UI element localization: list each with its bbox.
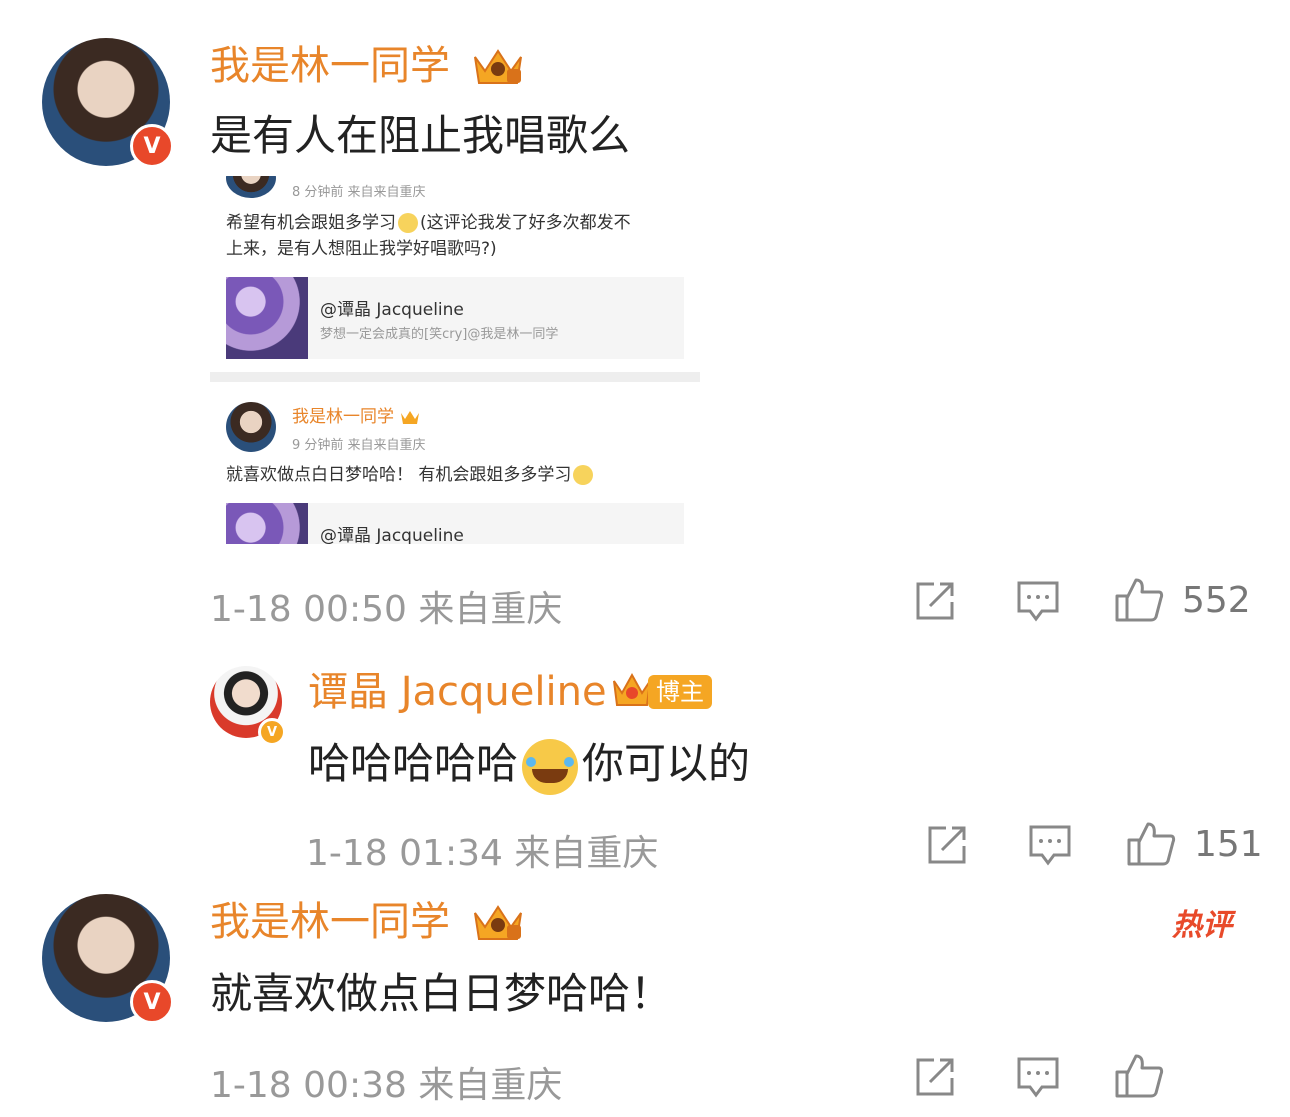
post-time: 8 分钟前 来自来自重庆	[292, 185, 426, 200]
comment-meta: 1-18 01:34 来自重庆	[306, 833, 659, 874]
comment-username[interactable]: 谭晶 Jacqueline	[308, 668, 607, 716]
share-icon[interactable]	[926, 824, 970, 868]
verified-badge: V	[130, 124, 174, 168]
link-card[interactable]: @谭晶 Jacqueline	[226, 503, 684, 544]
laugh-cry-emoji-icon	[522, 738, 579, 795]
comment-text: 就喜欢做点白日梦哈哈！	[210, 969, 673, 1018]
comment-username[interactable]: 我是林一同学	[210, 42, 450, 90]
comment-image[interactable]: 8 分钟前 来自来自重庆 希望有机会跟姐多学习 (这评论我发了好多次都发不 上来，…	[210, 176, 700, 544]
reply-icon[interactable]	[1016, 1056, 1060, 1100]
reply-icon[interactable]	[1016, 580, 1060, 624]
comment-text: 哈哈哈哈哈 你可以的	[308, 738, 750, 795]
card-title: @谭晶 Jacqueline	[320, 526, 464, 544]
avatar	[226, 176, 276, 198]
like-count: 552	[1182, 580, 1251, 621]
like-count: 151	[1194, 824, 1263, 865]
comment-meta: 1-18 00:50 来自重庆	[210, 589, 563, 630]
vip-crown-icon	[398, 408, 422, 426]
comment-text: 是有人在阻止我唱歌么	[210, 111, 631, 160]
post-username: 我是林一同学	[292, 407, 394, 427]
like-icon[interactable]	[1126, 820, 1176, 868]
avatar	[226, 402, 276, 452]
share-icon[interactable]	[914, 1056, 958, 1100]
divider	[210, 372, 700, 382]
hot-comment-badge: 热评	[1172, 908, 1232, 943]
like-icon[interactable]	[1114, 576, 1164, 624]
verified-badge: V	[130, 980, 174, 1024]
card-thumbnail	[226, 277, 308, 359]
post-text-line1: 希望有机会跟姐多学习 (这评论我发了好多次都发不	[226, 213, 631, 233]
share-icon[interactable]	[914, 580, 958, 624]
like-icon[interactable]	[1114, 1052, 1164, 1100]
author-badge: 博主	[648, 675, 712, 709]
verified-badge: V	[258, 718, 286, 746]
card-title: @谭晶 Jacqueline	[320, 300, 464, 320]
post-text: 就喜欢做点白日梦哈哈！ 有机会跟姐多多学习	[226, 462, 594, 488]
card-subtitle: 梦想一定会成真的[笑cry]@我是林一同学	[320, 327, 559, 342]
comment-meta: 1-18 00:38 来自重庆	[210, 1065, 563, 1106]
card-thumbnail	[226, 503, 308, 544]
vip-crown-icon	[470, 900, 526, 944]
smile-emoji-icon	[398, 213, 418, 233]
smile-emoji-icon	[573, 465, 594, 485]
post-time: 9 分钟前 来自来自重庆	[292, 438, 426, 453]
post-text-line2: 上来，是有人想阻止我学好唱歌吗?)	[226, 239, 497, 259]
vip-crown-icon	[470, 44, 526, 88]
link-card[interactable]: @谭晶 Jacqueline 梦想一定会成真的[笑cry]@我是林一同学	[226, 277, 684, 359]
comment-username[interactable]: 我是林一同学	[210, 898, 450, 946]
reply-icon[interactable]	[1028, 824, 1072, 868]
